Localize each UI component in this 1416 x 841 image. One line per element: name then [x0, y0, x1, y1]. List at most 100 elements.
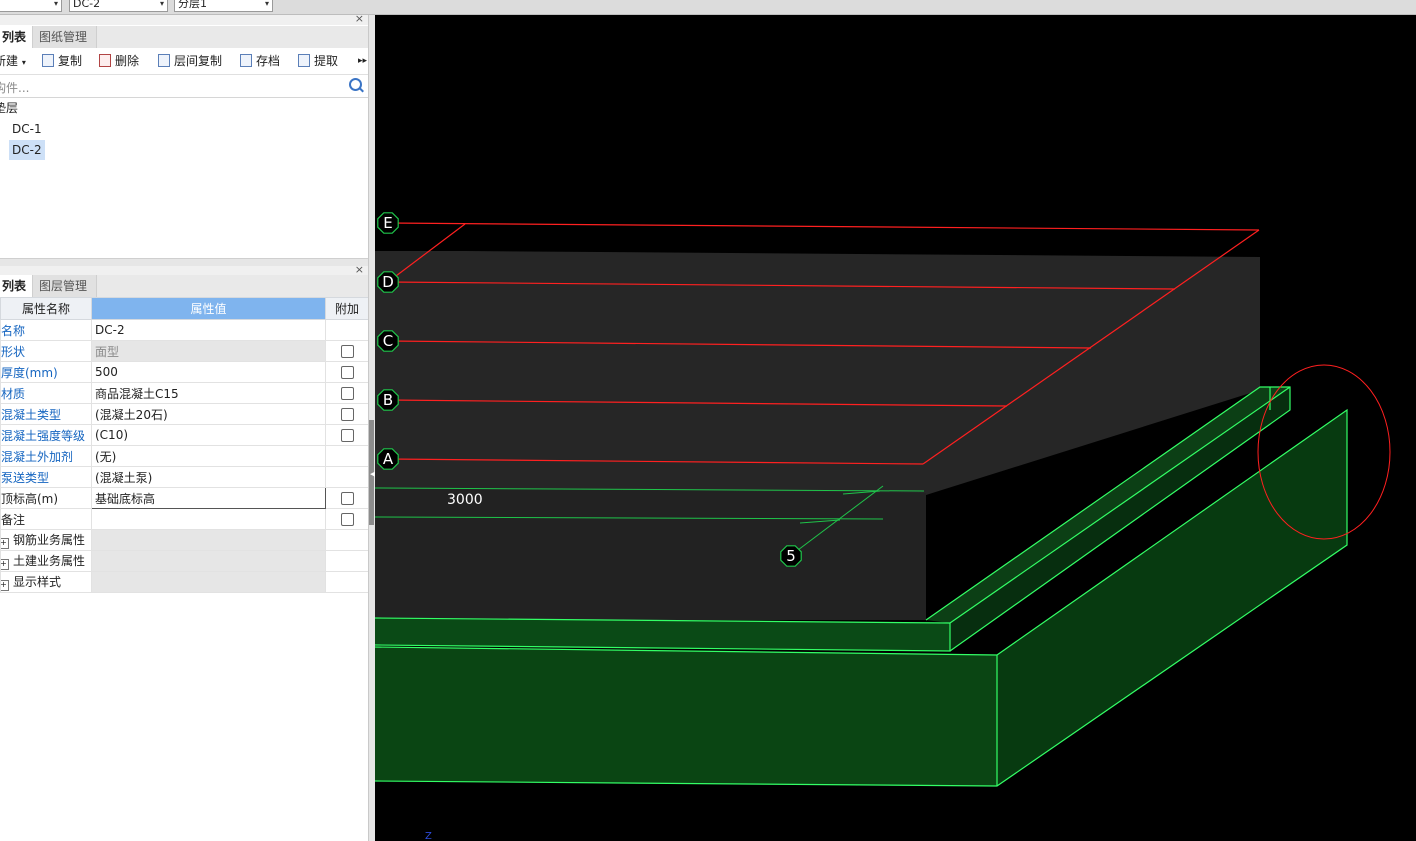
- property-extra: [325, 403, 369, 425]
- property-group[interactable]: + 钢筋业务属性: [0, 529, 92, 551]
- axis-bubble-label: 5: [786, 547, 796, 565]
- extra-checkbox[interactable]: [340, 408, 354, 421]
- property-group-row[interactable]: + 显示样式: [0, 571, 369, 593]
- tab-list[interactable]: 列表: [0, 26, 33, 48]
- tree-item-dc1[interactable]: DC-1: [12, 119, 42, 139]
- extra-checkbox[interactable]: [340, 345, 354, 358]
- property-extra: [325, 445, 369, 467]
- property-extra: [325, 487, 369, 509]
- expand-icon[interactable]: +: [1, 538, 9, 549]
- axis-bubble: C: [377, 330, 399, 352]
- property-name: 名称: [0, 319, 92, 341]
- extract-button[interactable]: 提取: [298, 53, 338, 69]
- property-value[interactable]: (C10): [91, 424, 326, 446]
- property-group-row[interactable]: + 钢筋业务属性: [0, 529, 369, 551]
- property-row[interactable]: 顶标高(m) 基础底标高: [0, 487, 369, 509]
- property-group[interactable]: + 显示样式: [0, 571, 92, 593]
- property-row[interactable]: 混凝土类型 (混凝土20石): [0, 403, 369, 425]
- tab-layer-management[interactable]: 图层管理: [33, 275, 97, 297]
- property-tabs: 列表 图层管理: [0, 275, 370, 298]
- extra-checkbox[interactable]: [340, 492, 354, 505]
- component-tree: 垫层 DC-1 DC-2: [0, 98, 368, 258]
- property-value[interactable]: 500: [91, 361, 326, 383]
- floor-copy-icon: [158, 54, 170, 67]
- chevron-down-icon: ▾: [159, 0, 164, 8]
- dimension-label: 3000: [447, 492, 483, 508]
- property-name: 形状: [0, 340, 92, 362]
- header-property-name: 属性名称: [0, 297, 92, 320]
- copy-icon: [42, 54, 54, 67]
- component-search[interactable]: 构件...: [0, 76, 368, 98]
- axis-bubble-label: D: [382, 273, 394, 291]
- property-group[interactable]: + 土建业务属性: [0, 550, 92, 572]
- property-value[interactable]: 基础底标高: [91, 487, 326, 509]
- axis-indicator: Z: [425, 831, 432, 841]
- expand-icon[interactable]: +: [1, 580, 9, 591]
- extra-checkbox[interactable]: [340, 513, 354, 526]
- 3d-viewport[interactable]: E D C B A 5 3000 Z: [375, 15, 1416, 841]
- property-name: 泵送类型: [0, 466, 92, 488]
- property-name: 厚度(mm): [0, 361, 92, 383]
- property-row[interactable]: 名称 DC-2: [0, 319, 369, 341]
- layer-combo[interactable]: 分层1 ▾: [174, 0, 273, 12]
- property-value[interactable]: 面型: [91, 340, 326, 362]
- property-extra: [325, 466, 369, 488]
- floor-copy-button[interactable]: 层间复制: [158, 53, 222, 69]
- property-group-value: [91, 529, 326, 551]
- tree-item-dc2[interactable]: DC-2: [9, 140, 45, 160]
- archive-button[interactable]: 存档: [240, 53, 280, 69]
- property-group-row[interactable]: + 土建业务属性: [0, 550, 369, 572]
- property-row[interactable]: 混凝土外加剂 (无): [0, 445, 369, 467]
- property-value[interactable]: (混凝土泵): [91, 466, 326, 488]
- panel-splitter[interactable]: ◀: [368, 15, 375, 841]
- extra-checkbox[interactable]: [340, 387, 354, 400]
- search-icon[interactable]: [349, 78, 362, 91]
- component-combo[interactable]: DC-2 ▾: [69, 0, 168, 12]
- chevron-down-icon: ▾: [264, 0, 269, 8]
- property-extra: [325, 361, 369, 383]
- axis-bubble-label: B: [383, 391, 393, 409]
- property-name: 混凝土类型: [0, 403, 92, 425]
- axis-bubble-label: A: [383, 450, 394, 468]
- property-row[interactable]: 厚度(mm) 500: [0, 361, 369, 383]
- property-extra: [325, 319, 369, 341]
- search-input[interactable]: 构件...: [0, 79, 29, 96]
- property-value[interactable]: [91, 508, 326, 530]
- tree-root[interactable]: 垫层: [0, 98, 18, 118]
- floor-combo[interactable]: ▾: [0, 0, 62, 12]
- tab-property-list[interactable]: 列表: [0, 275, 33, 297]
- header-extra: 附加: [325, 297, 369, 320]
- property-row[interactable]: 形状 面型: [0, 340, 369, 362]
- model-canvas[interactable]: E D C B A 5: [375, 15, 1416, 841]
- extract-icon: [298, 54, 310, 67]
- property-value[interactable]: 商品混凝土C15: [91, 382, 326, 404]
- property-row[interactable]: 备注: [0, 508, 369, 530]
- property-extra: [325, 340, 369, 362]
- chevron-down-icon: ▾: [21, 58, 26, 67]
- overflow-icon[interactable]: ▸▸: [358, 53, 367, 69]
- component-toolbar: 新建 ▾ 复制 删除 层间复制 存档 提取 ▸▸: [0, 48, 370, 75]
- property-value[interactable]: (无): [91, 445, 326, 467]
- property-row[interactable]: 混凝土强度等级 (C10): [0, 424, 369, 446]
- property-extra: [325, 382, 369, 404]
- delete-icon: [99, 54, 111, 67]
- property-extra: [325, 508, 369, 530]
- axis-bubble-label: E: [383, 214, 392, 232]
- extra-checkbox[interactable]: [340, 429, 354, 442]
- property-name: 混凝土强度等级: [0, 424, 92, 446]
- close-icon[interactable]: ×: [355, 12, 364, 25]
- copy-button[interactable]: 复制: [42, 53, 82, 69]
- property-row[interactable]: 材质 商品混凝土C15: [0, 382, 369, 404]
- axis-bubble: E: [377, 212, 399, 234]
- archive-icon: [240, 54, 252, 67]
- property-name: 混凝土外加剂: [0, 445, 92, 467]
- tab-drawing-management[interactable]: 图纸管理: [33, 26, 97, 48]
- extra-checkbox[interactable]: [340, 366, 354, 379]
- property-value[interactable]: DC-2: [91, 319, 326, 341]
- new-button[interactable]: 新建 ▾: [0, 53, 26, 69]
- delete-button[interactable]: 删除: [99, 53, 139, 69]
- component-tabs: 列表 图纸管理: [0, 26, 370, 49]
- property-row[interactable]: 泵送类型 (混凝土泵): [0, 466, 369, 488]
- expand-icon[interactable]: +: [1, 559, 9, 570]
- property-value[interactable]: (混凝土20石): [91, 403, 326, 425]
